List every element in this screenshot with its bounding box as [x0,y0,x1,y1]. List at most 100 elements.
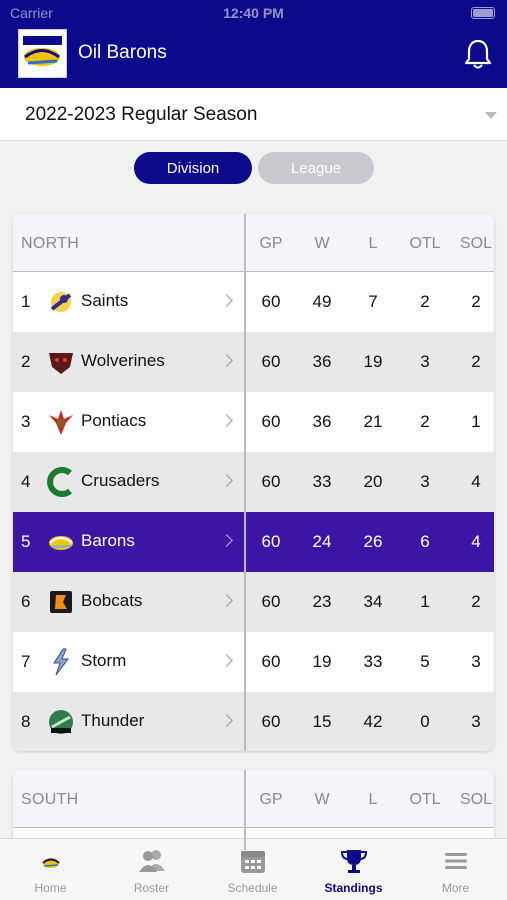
team-logo[interactable] [18,29,67,78]
team-rank: 4 [21,472,31,491]
dropdown-caret-icon [485,112,497,119]
division-name: SOUTH [21,791,79,808]
tab-label: Home [34,881,67,895]
team-rank: 3 [21,412,31,431]
cell-sol: 2 [471,292,481,311]
segment-division[interactable]: Division [134,152,252,184]
cell-otl: 2 [420,292,430,311]
cell-sol: 2 [471,352,481,371]
chevron-right-icon [220,534,233,547]
team-name: Storm [81,651,127,670]
team-name: Barons [81,531,135,550]
column-divider [244,214,246,751]
cell-l: 33 [363,652,383,671]
header-w: W [314,791,330,808]
team-rank: 8 [21,712,31,731]
cell-otl: 6 [420,532,430,551]
cell-w: 15 [312,712,332,731]
cell-w: 19 [312,652,332,671]
chevron-right-icon [220,354,233,367]
tab-label: Roster [133,881,170,895]
tab-bar: Home Roster Schedule Standings More [0,838,507,900]
pontiacs-logo-icon [49,410,73,435]
tab-schedule[interactable]: Schedule [202,839,303,900]
saints-logo-icon [50,292,72,312]
cell-otl: 3 [420,352,430,371]
cell-gp: 60 [261,532,281,551]
standings-table-north: NORTH GP W L OTL SOL 1 Saints 60 49 7 2 … [13,214,494,751]
table-row[interactable]: 2 Wolverines 60 36 19 3 2 [13,332,494,392]
cell-otl: 0 [420,712,430,731]
header-sol: SOL [459,791,492,808]
team-rank: 1 [21,292,31,311]
table-row[interactable]: 4 Crusaders 60 33 20 3 4 [13,452,494,512]
chevron-right-icon [220,714,233,727]
team-rank: 5 [21,532,31,551]
cell-gp: 60 [261,352,281,371]
home-logo-icon [42,858,60,868]
cell-sol: 4 [471,532,481,551]
cell-w: 36 [312,352,332,371]
cell-w: 36 [312,412,332,431]
cell-gp: 60 [261,292,281,311]
trophy-icon [340,850,368,873]
cell-l: 19 [363,352,383,371]
header-w: W [314,235,330,252]
segment-league[interactable]: League [258,152,374,184]
bell-icon[interactable] [463,38,493,70]
people-icon [139,850,165,872]
team-name: Wolverines [81,351,165,370]
table-row[interactable]: 3 Pontiacs 60 36 21 2 1 [13,392,494,452]
table-row[interactable]: 6 Bobcats 60 23 34 1 2 [13,572,494,632]
table-row[interactable]: 1 Saints 60 49 7 2 2 [13,272,494,332]
table-row[interactable]: 8 Thunder 60 15 42 0 3 [13,692,494,751]
cell-otl: 1 [420,592,430,611]
column-divider [244,770,246,850]
tab-label: Schedule [227,881,278,895]
team-rank: 7 [21,652,31,671]
cell-sol: 3 [471,712,481,731]
division-name: NORTH [21,235,80,252]
tab-standings[interactable]: Standings [303,839,404,900]
chevron-right-icon [220,594,233,607]
season-selector[interactable]: 2022-2023 Regular Season [0,88,507,141]
cell-sol: 2 [471,592,481,611]
tab-roster[interactable]: Roster [101,839,202,900]
header-l: L [368,235,378,252]
team-name: Crusaders [81,471,160,490]
crusaders-logo-icon [47,467,72,497]
cell-w: 49 [312,292,332,311]
status-bar: Carrier 12:40 PM [0,0,507,26]
team-rank: 6 [21,592,31,611]
chevron-right-icon [220,414,233,427]
menu-icon [445,853,467,869]
cell-otl: 3 [420,472,430,491]
cell-w: 23 [312,592,332,611]
app-title: Oil Barons [78,42,167,63]
team-name: Pontiacs [81,411,147,430]
cell-w: 33 [312,472,332,491]
app-header: Oil Barons [0,26,507,88]
table-row-highlighted[interactable]: 5 Barons 60 24 26 6 4 [13,512,494,572]
cell-w: 24 [312,532,332,551]
tab-more[interactable]: More [405,839,506,900]
cell-l: 34 [363,592,383,611]
cell-l: 7 [368,292,378,311]
chevron-right-icon [220,474,233,487]
tab-home[interactable]: Home [0,839,101,900]
cell-l: 42 [363,712,383,731]
status-time: 12:40 PM [223,5,284,21]
tab-label: More [441,881,470,895]
table-row[interactable]: 7 Storm 60 19 33 5 3 [13,632,494,692]
header-gp: GP [259,235,283,252]
table-header: NORTH GP W L OTL SOL [13,214,494,272]
header-otl: OTL [409,791,441,808]
table-header: SOUTH GP W L OTL SOL [13,770,494,828]
season-label: 2022-2023 Regular Season [25,104,258,125]
tab-label: Standings [324,881,383,895]
header-otl: OTL [409,235,441,252]
team-name: Bobcats [81,591,143,610]
team-name: Thunder [81,711,145,730]
cell-otl: 2 [420,412,430,431]
chevron-right-icon [220,294,233,307]
